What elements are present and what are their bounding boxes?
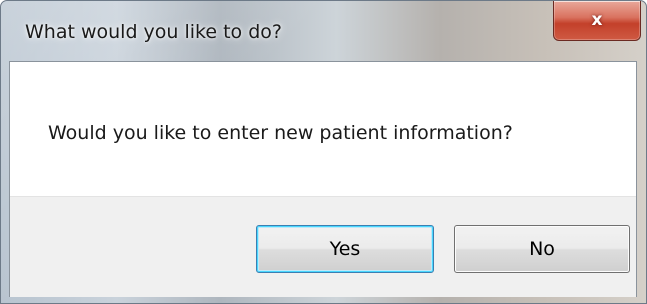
message-area: Would you like to enter new patient info… <box>10 62 636 196</box>
yes-button[interactable]: Yes <box>256 225 434 273</box>
title-bar[interactable]: What would you like to do? x <box>1 1 646 61</box>
close-button[interactable]: x <box>553 1 641 41</box>
dialog-message: Would you like to enter new patient info… <box>48 122 513 144</box>
no-button[interactable]: No <box>454 225 630 273</box>
button-bar: Yes No <box>10 196 636 297</box>
close-icon: x <box>591 10 603 30</box>
dialog-title: What would you like to do? <box>25 21 282 43</box>
dialog-body: Would you like to enter new patient info… <box>9 61 637 297</box>
dialog-window: What would you like to do? x Would you l… <box>0 0 647 304</box>
